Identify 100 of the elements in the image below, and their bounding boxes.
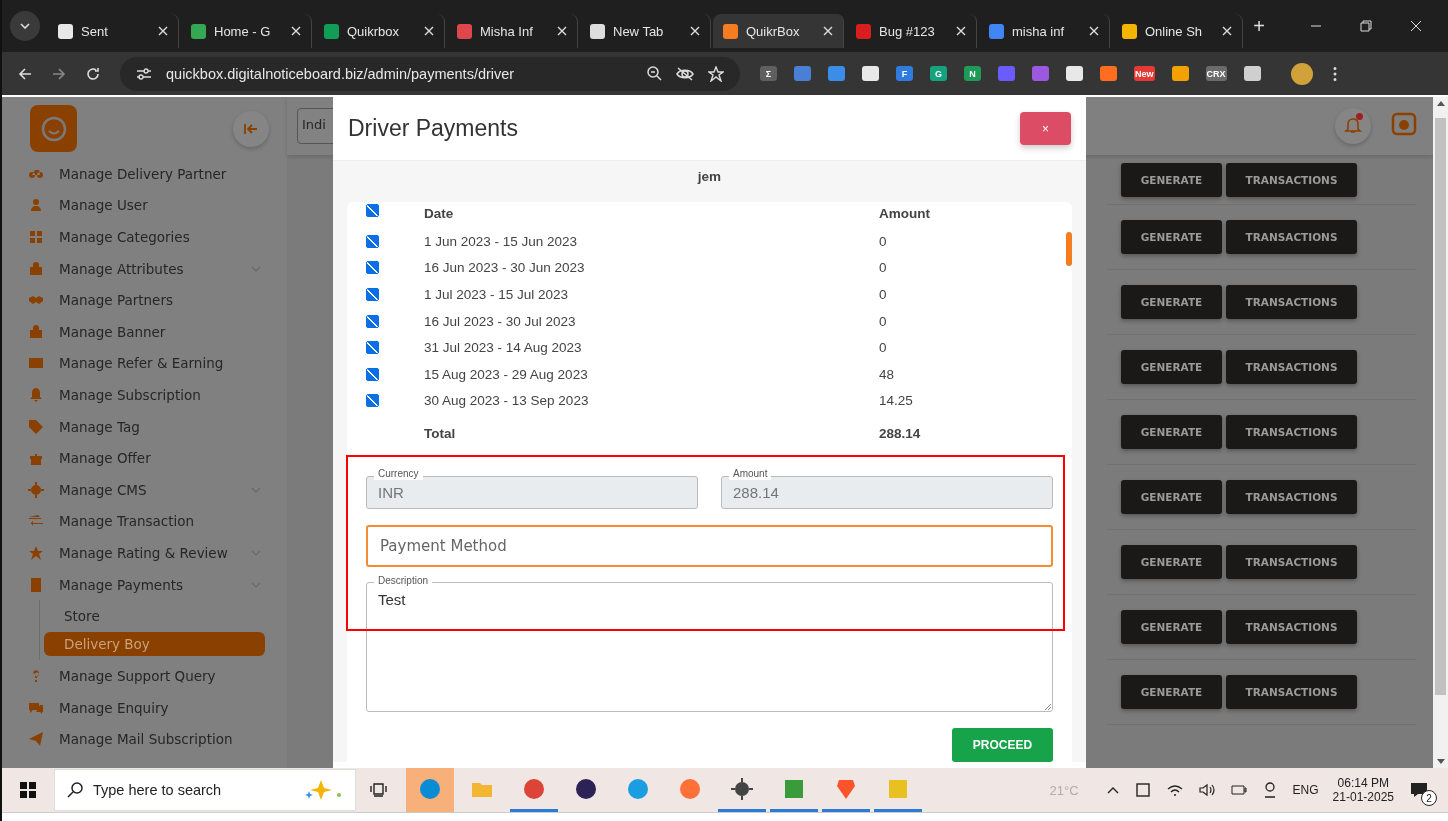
generate-button[interactable]: GENERATE [1121, 545, 1222, 579]
browser-tab[interactable]: Home - G [181, 14, 312, 48]
generate-button[interactable]: GENERATE [1121, 350, 1222, 384]
extension-button[interactable]: F [896, 66, 913, 81]
browser-tab[interactable]: Online Sh [1112, 14, 1243, 48]
sidebar-item[interactable]: Manage Attributes [2, 252, 287, 285]
tray-app-icon[interactable] [1134, 782, 1151, 798]
row-checkbox[interactable] [366, 314, 379, 328]
notification-center-button[interactable]: 2 [1404, 775, 1434, 805]
taskbar-search-field[interactable]: Type here to search [54, 769, 356, 811]
restore-icon[interactable] [1360, 20, 1372, 32]
extension-button[interactable]: New [1134, 66, 1155, 81]
task-view-icon[interactable] [370, 782, 388, 798]
scrollbar-thumb[interactable] [1435, 118, 1446, 695]
generate-button[interactable]: GENERATE [1121, 675, 1222, 709]
meet-now-icon[interactable] [1262, 782, 1277, 798]
extension-button[interactable]: CRX [1205, 66, 1227, 81]
zoom-icon[interactable] [647, 66, 662, 81]
back-icon[interactable] [18, 66, 32, 81]
row-checkbox[interactable] [366, 234, 379, 248]
transactions-button[interactable]: TRANSACTIONS [1226, 545, 1357, 579]
sidebar-subitem[interactable]: Store [44, 604, 265, 629]
sidebar-item[interactable]: Manage User [2, 189, 287, 222]
language-indicator[interactable]: ENG [1292, 783, 1319, 797]
extension-button[interactable]: Σ [760, 66, 777, 81]
sidebar-item[interactable]: Manage Subscription [2, 379, 287, 411]
close-icon[interactable] [1410, 20, 1422, 32]
speaker-icon[interactable] [1198, 783, 1215, 797]
sidebar-item[interactable]: Manage Delivery Partner [2, 158, 287, 190]
sidebar-item[interactable]: Manage Offer [2, 442, 287, 474]
extension-icon[interactable] [1243, 66, 1261, 81]
profile-avatar[interactable] [1290, 62, 1313, 85]
browser-tab[interactable]: misha inf [979, 14, 1110, 48]
close-icon[interactable] [690, 26, 700, 36]
sidebar-item[interactable]: Manage Banner [2, 315, 287, 348]
sidebar-subitem[interactable]: Delivery Boy [44, 632, 265, 657]
scroll-down-icon[interactable] [1436, 759, 1445, 764]
select-all-checkbox[interactable] [366, 204, 379, 217]
browser-tab[interactable]: Quikrbox [314, 14, 445, 48]
sidebar-item[interactable]: Manage Enquiry [2, 691, 287, 724]
windows-start-icon[interactable] [20, 782, 36, 798]
row-checkbox[interactable] [366, 288, 379, 301]
close-icon[interactable] [557, 26, 567, 36]
sidebar-item[interactable]: Manage Partners [2, 284, 287, 316]
browser-tab[interactable]: Sent [48, 14, 179, 48]
sidebar-item[interactable]: Manage Payments [2, 568, 287, 601]
reload-icon[interactable] [86, 66, 100, 81]
close-icon[interactable] [823, 26, 833, 36]
tab-search-button[interactable] [10, 11, 40, 41]
sidebar-item[interactable]: Manage Refer & Earning [2, 347, 287, 380]
browser-tab[interactable]: QuikrBox [713, 14, 844, 48]
sidebar-item[interactable]: Manage Transaction [2, 505, 287, 538]
transactions-button[interactable]: TRANSACTIONS [1226, 350, 1357, 384]
transactions-button[interactable]: TRANSACTIONS [1226, 610, 1357, 644]
row-checkbox[interactable] [366, 261, 379, 275]
browser-tab[interactable]: Bug #123 [846, 14, 977, 48]
star-icon[interactable] [708, 65, 724, 82]
transactions-button[interactable]: TRANSACTIONS [1226, 162, 1357, 197]
menu-icon[interactable] [1332, 65, 1337, 82]
browser-tab[interactable]: Misha Inf [447, 14, 578, 48]
sidebar-item[interactable]: Manage Rating & Review [2, 537, 287, 569]
sidebar-item[interactable]: Manage Categories [2, 221, 287, 253]
browser-tab[interactable]: New Tab [580, 14, 711, 48]
transactions-button[interactable]: TRANSACTIONS [1226, 285, 1357, 319]
transactions-button[interactable]: TRANSACTIONS [1226, 675, 1357, 709]
sidebar-item[interactable]: Manage CMS [2, 473, 287, 506]
generate-button[interactable]: GENERATE [1121, 610, 1222, 644]
scrollbar-thumb[interactable] [1066, 232, 1072, 266]
generate-button[interactable]: GENERATE [1121, 285, 1222, 319]
chevron-up-icon[interactable] [1106, 786, 1119, 794]
close-button[interactable]: × [1020, 112, 1071, 145]
scrollbar[interactable] [1433, 97, 1448, 768]
sidebar-item[interactable]: Manage Mail Subscription [2, 723, 287, 756]
row-checkbox[interactable] [366, 367, 379, 381]
transactions-button[interactable]: TRANSACTIONS [1226, 480, 1357, 514]
clock[interactable]: 06:14 PM 21-01-2025 [1332, 776, 1394, 804]
sidebar-item[interactable]: Manage Support Query [2, 660, 287, 692]
transactions-button[interactable]: TRANSACTIONS [1226, 220, 1357, 254]
proceed-button[interactable]: PROCEED [952, 728, 1053, 763]
forward-icon[interactable] [52, 66, 66, 81]
row-checkbox[interactable] [366, 394, 379, 408]
site-settings-icon[interactable] [136, 67, 152, 80]
generate-button[interactable]: GENERATE [1121, 480, 1222, 514]
close-icon[interactable] [956, 26, 966, 36]
scroll-up-icon[interactable] [1436, 101, 1445, 106]
generate-button[interactable]: GENERATE [1121, 220, 1222, 254]
extension-button[interactable]: N [964, 66, 981, 81]
close-icon[interactable] [1089, 26, 1099, 36]
close-icon[interactable] [158, 26, 168, 36]
new-tab-button[interactable]: + [1245, 13, 1273, 39]
payment-method-field[interactable]: Payment Method [366, 525, 1053, 568]
eye-off-icon[interactable] [676, 66, 694, 81]
close-icon[interactable] [291, 26, 301, 36]
generate-button[interactable]: GENERATE [1121, 415, 1222, 449]
close-icon[interactable] [424, 26, 434, 36]
generate-button[interactable]: GENERATE [1121, 162, 1222, 197]
battery-icon[interactable] [1230, 785, 1247, 795]
wifi-icon[interactable] [1166, 783, 1183, 797]
resize-handle-icon[interactable] [1044, 703, 1051, 711]
close-icon[interactable] [1222, 26, 1232, 36]
